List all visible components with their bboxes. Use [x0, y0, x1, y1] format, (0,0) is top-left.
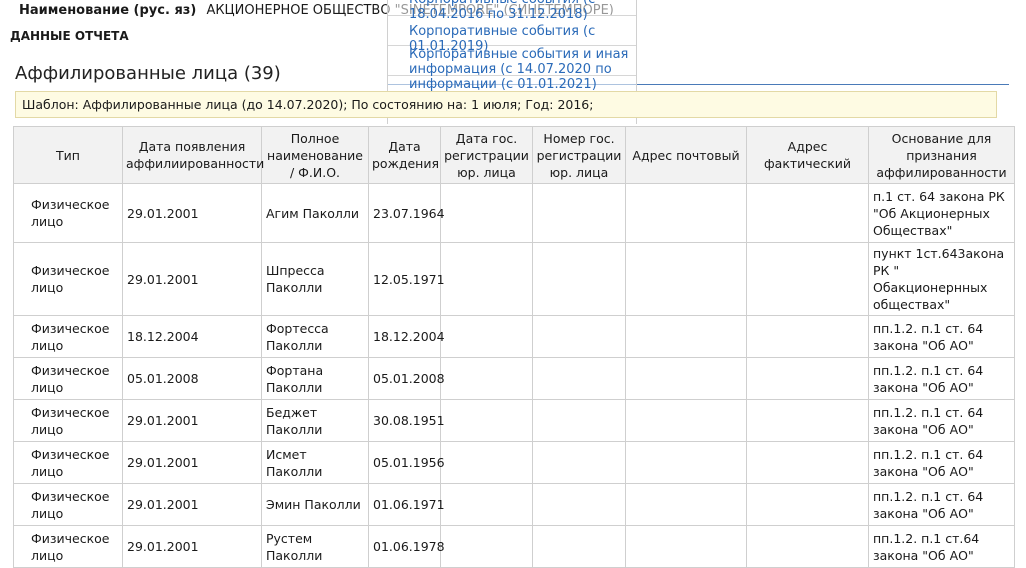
cell-full-name: Рустем Паколли: [261, 525, 369, 568]
cell-birth-date: 01.06.1971: [368, 483, 445, 526]
cell-birth-date: 05.01.2008: [368, 357, 445, 400]
column-header-basis[interactable]: Основание для признания аффилированности: [868, 126, 1015, 184]
cell-full-name: Агим Паколли: [261, 183, 369, 243]
cell-reg-number: [532, 483, 626, 526]
cell-type: Физическое лицо: [13, 357, 123, 400]
cell-reg-date: [440, 525, 533, 568]
cell-postal-address: [625, 399, 747, 442]
cell-basis: пп.1.2. п.1 ст. 64 закона "Об АО": [868, 441, 1015, 484]
cell-aff-date: 05.01.2008: [122, 357, 262, 400]
table-row: Физическое лицо 29.01.2001 Рустем Паколл…: [13, 525, 1015, 568]
dropdown-item[interactable]: Корпоративные события и иная информация …: [388, 46, 636, 77]
column-header-aff-date[interactable]: Дата появления аффилиированности: [122, 126, 264, 184]
cell-aff-date: 29.01.2001: [122, 183, 262, 243]
cell-aff-date: 29.01.2001: [122, 399, 262, 442]
cell-actual-address: [746, 441, 869, 484]
cell-postal-address: [625, 315, 747, 358]
cell-full-name: Фортана Паколли: [261, 357, 369, 400]
cell-postal-address: [625, 525, 747, 568]
column-header-full-name[interactable]: Полное наименование / Ф.И.О.: [261, 126, 369, 184]
cell-reg-date: [440, 183, 533, 243]
column-header-reg-number[interactable]: Номер гос. регистрации юр. лица: [532, 126, 626, 184]
cell-basis: пп.1.2. п.1 ст.64 закона "Об АО": [868, 525, 1015, 568]
column-header-actual-address[interactable]: Адрес фактический: [746, 126, 869, 184]
cell-reg-date: [440, 399, 533, 442]
cell-birth-date: 12.05.1971: [368, 242, 445, 316]
column-header-birth-date[interactable]: Дата рождения: [368, 126, 441, 184]
column-header-type[interactable]: Тип: [13, 126, 123, 184]
cell-actual-address: [746, 183, 869, 243]
column-header-reg-date[interactable]: Дата гос. регистрации юр. лица: [440, 126, 533, 184]
cell-basis: пп.1.2. п.1 ст. 64 закона "Об АО": [868, 315, 1015, 358]
dropdown-item[interactable]: Корпоративные события (с 18.04.2016 по 3…: [388, 0, 636, 22]
cell-birth-date: 05.01.1956: [368, 441, 445, 484]
cell-reg-number: [532, 441, 626, 484]
table-row: Физическое лицо 29.01.2001 Шпресса Пакол…: [13, 242, 1015, 316]
cell-aff-date: 29.01.2001: [122, 525, 262, 568]
cell-full-name: Шпресса Паколли: [261, 242, 369, 316]
table-row: Физическое лицо 29.01.2001 Агим Паколли …: [13, 183, 1015, 243]
cell-reg-number: [532, 242, 626, 316]
cell-reg-number: [532, 315, 626, 358]
cell-reg-date: [440, 483, 533, 526]
cell-postal-address: [625, 441, 747, 484]
cell-reg-number: [532, 525, 626, 568]
cell-full-name: Исмет Паколли: [261, 441, 369, 484]
cell-birth-date: 18.12.2004: [368, 315, 445, 358]
company-name-label: Наименование (рус. яз): [19, 3, 197, 18]
cell-postal-address: [625, 483, 747, 526]
cell-aff-date: 29.01.2001: [122, 441, 262, 484]
table-row: Физическое лицо 29.01.2001 Эмин Паколли …: [13, 483, 1015, 526]
cell-basis: п.1 ст. 64 закона РК "Об Акционерных Общ…: [868, 183, 1015, 243]
cell-postal-address: [625, 242, 747, 316]
cell-basis: пп.1.2. п.1 ст. 64 закона "Об АО": [868, 483, 1015, 526]
template-info-bar: Шаблон: Аффилированные лица (до 14.07.20…: [15, 91, 997, 118]
table-header-row: Тип Дата появления аффилиированности Пол…: [13, 126, 1015, 184]
cell-type: Физическое лицо: [13, 483, 123, 526]
cell-birth-date: 30.08.1951: [368, 399, 445, 442]
cell-full-name: Фортесса Паколли: [261, 315, 369, 358]
cell-aff-date: 18.12.2004: [122, 315, 262, 358]
cell-basis: пп.1.2. п.1 ст. 64 закона "Об АО": [868, 357, 1015, 400]
cell-postal-address: [625, 357, 747, 400]
cell-type: Физическое лицо: [13, 242, 123, 316]
cell-basis: пункт 1ст.643акона РК " Обакционернных о…: [868, 242, 1015, 316]
cell-birth-date: 01.06.1978: [368, 525, 445, 568]
affiliates-table: Тип Дата появления аффилиированности Пол…: [13, 126, 1015, 568]
cell-full-name: Эмин Паколли: [261, 483, 369, 526]
page-title: Аффилированные лица (39): [15, 63, 281, 84]
table-row: Физическое лицо 29.01.2001 Беджет Паколл…: [13, 399, 1015, 442]
report-data-heading: ДАННЫЕ ОТЧЕТА: [10, 29, 129, 43]
cell-reg-date: [440, 357, 533, 400]
cell-aff-date: 29.01.2001: [122, 242, 262, 316]
table-row: Физическое лицо 29.01.2001 Исмет Паколли…: [13, 441, 1015, 484]
cell-reg-date: [440, 441, 533, 484]
cell-actual-address: [746, 242, 869, 316]
cell-reg-number: [532, 399, 626, 442]
cell-type: Физическое лицо: [13, 441, 123, 484]
cell-actual-address: [746, 315, 869, 358]
cell-actual-address: [746, 525, 869, 568]
cell-full-name: Беджет Паколли: [261, 399, 369, 442]
cell-reg-date: [440, 242, 533, 316]
cell-type: Физическое лицо: [13, 399, 123, 442]
cell-basis: пп.1.2. п.1 ст. 64 закона "Об АО": [868, 399, 1015, 442]
cell-actual-address: [746, 357, 869, 400]
table-row: Физическое лицо 05.01.2008 Фортана Пакол…: [13, 357, 1015, 400]
cell-type: Физическое лицо: [13, 183, 123, 243]
cell-type: Физическое лицо: [13, 525, 123, 568]
cell-birth-date: 23.07.1964: [368, 183, 445, 243]
cell-actual-address: [746, 399, 869, 442]
cell-reg-date: [440, 315, 533, 358]
cell-reg-number: [532, 183, 626, 243]
column-header-postal-address[interactable]: Адрес почтовый: [625, 126, 747, 184]
cell-aff-date: 29.01.2001: [122, 483, 262, 526]
cell-actual-address: [746, 483, 869, 526]
table-row: Физическое лицо 18.12.2004 Фортесса Пако…: [13, 315, 1015, 358]
cell-type: Физическое лицо: [13, 315, 123, 358]
cell-reg-number: [532, 357, 626, 400]
cell-postal-address: [625, 183, 747, 243]
